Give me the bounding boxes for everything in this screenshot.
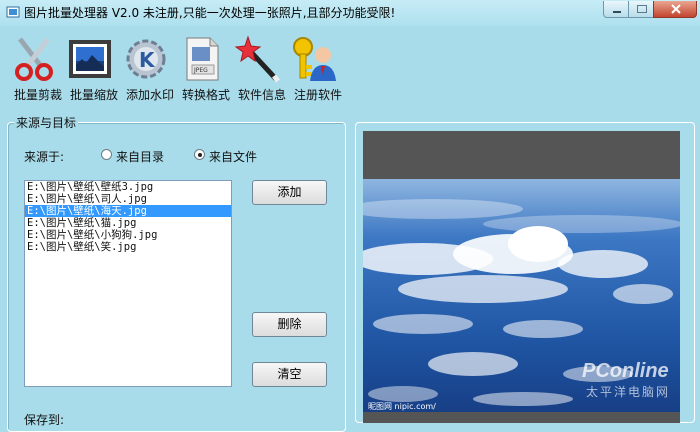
delete-button[interactable]: 删除	[252, 312, 327, 337]
radio-label: 来自目录	[116, 150, 165, 164]
save-to-label: 保存到:	[24, 413, 65, 427]
app-icon	[6, 6, 20, 18]
source-label: 来源于:	[24, 150, 65, 164]
magic-wand-icon	[234, 35, 280, 83]
tool-add-watermark[interactable]: K 添加水印	[122, 35, 178, 102]
clear-button[interactable]: 清空	[252, 362, 327, 387]
list-item[interactable]: E:\图片\壁纸\猫.jpg	[25, 217, 231, 229]
file-list[interactable]: E:\图片\壁纸\壁纸3.jpg E:\图片\壁纸\司人.jpg E:\图片\壁…	[24, 180, 232, 387]
svg-text:JPEG: JPEG	[193, 67, 208, 74]
tool-batch-resize[interactable]: 批量缩放	[66, 35, 122, 102]
jpeg-file-icon: JPEG	[186, 37, 219, 81]
scissors-icon	[15, 37, 53, 81]
radio-dot	[101, 149, 112, 160]
watermark-gear-icon: K	[126, 39, 166, 79]
list-item[interactable]: E:\图片\壁纸\笑.jpg	[25, 241, 231, 253]
tool-register[interactable]: 注册软件	[290, 35, 346, 102]
list-item[interactable]: E:\图片\壁纸\壁纸3.jpg	[25, 181, 231, 193]
minimize-button[interactable]	[603, 1, 629, 18]
radio-label: 来自文件	[209, 150, 258, 164]
list-item-selected[interactable]: E:\图片\壁纸\海天.jpg	[25, 205, 231, 217]
svg-text:K: K	[139, 48, 156, 72]
close-icon	[671, 4, 681, 14]
list-item[interactable]: E:\图片\壁纸\小狗狗.jpg	[25, 229, 231, 241]
list-item[interactable]: E:\图片\壁纸\司人.jpg	[25, 193, 231, 205]
photo-resize-icon	[69, 40, 111, 78]
minimize-icon	[613, 11, 621, 13]
add-button[interactable]: 添加	[252, 180, 327, 205]
maximize-icon	[637, 5, 647, 13]
tool-label: 注册软件	[293, 88, 342, 102]
window-title: 图片批量处理器 V2.0 未注册,只能一次处理一张照片,且部分功能受限!	[24, 6, 396, 20]
preview-bottom-bar	[363, 412, 680, 423]
radio-dot	[194, 149, 205, 160]
image-credit: 昵图网 nipic.com/	[368, 402, 436, 411]
tool-software-info[interactable]: 软件信息	[234, 35, 290, 102]
maximize-button[interactable]	[628, 1, 654, 18]
close-button[interactable]	[653, 1, 697, 18]
group-title: 来源与目标	[14, 114, 79, 131]
tool-convert-format[interactable]: JPEG 转换格式	[178, 35, 234, 102]
preview-background	[363, 131, 680, 179]
key-user-icon	[293, 37, 336, 81]
watermark-brand: PConline	[582, 360, 669, 382]
tool-batch-crop[interactable]: 批量剪裁	[10, 35, 66, 102]
title-bar: 图片批量处理器 V2.0 未注册,只能一次处理一张照片,且部分功能受限!	[0, 0, 700, 26]
watermark-chinese: 太平洋电脑网	[586, 385, 671, 399]
